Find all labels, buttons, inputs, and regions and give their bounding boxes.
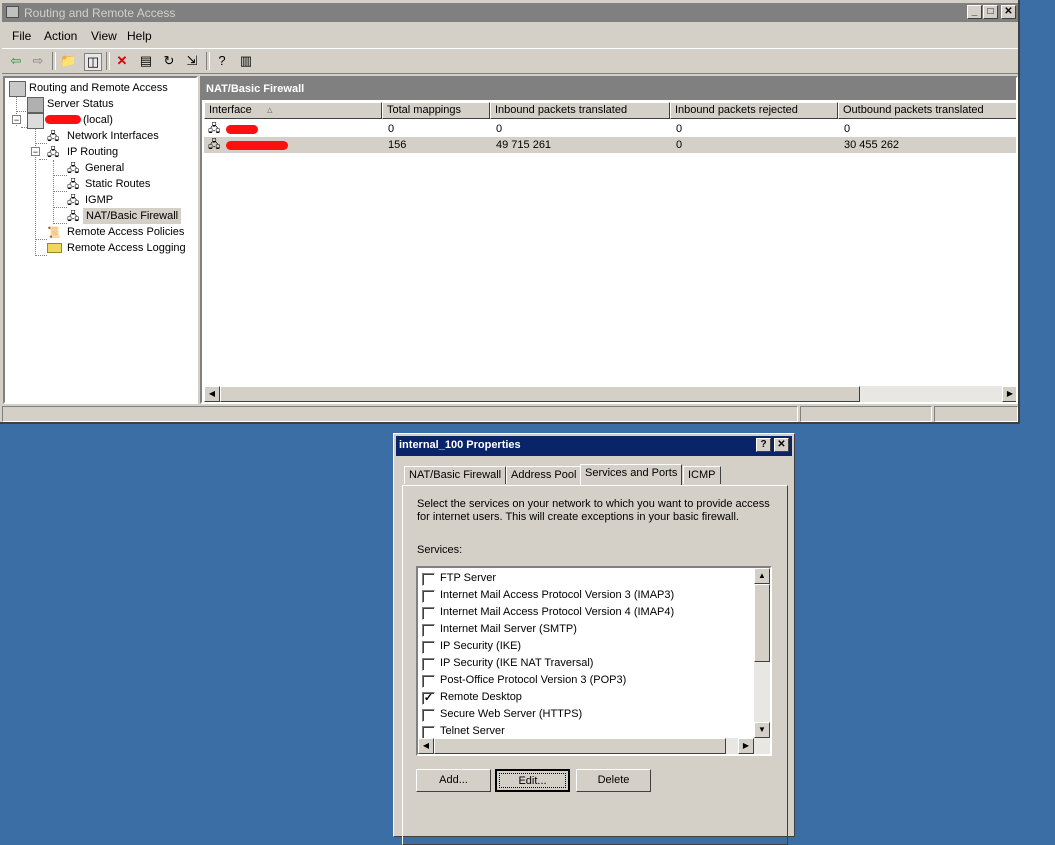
- list-hscroll-thumb[interactable]: [434, 738, 726, 754]
- tab-services-and-ports[interactable]: Services and Ports: [580, 464, 683, 485]
- service-label: IP Security (IKE NAT Traversal): [440, 657, 594, 669]
- help-icon[interactable]: ?: [214, 53, 230, 69]
- service-checkbox[interactable]: [422, 641, 435, 654]
- add-button[interactable]: Add...: [416, 769, 491, 792]
- service-checkbox[interactable]: [422, 573, 435, 586]
- forward-icon[interactable]: ⇨: [30, 53, 46, 69]
- service-label: IP Security (IKE): [440, 640, 522, 652]
- menu-view[interactable]: View: [91, 29, 117, 43]
- scroll-right-icon[interactable]: ▶: [1002, 386, 1016, 402]
- description-line-1: Select the services on your network to w…: [417, 498, 770, 510]
- scroll-down-icon[interactable]: ▼: [754, 722, 770, 738]
- properties-icon[interactable]: ▤: [138, 53, 154, 69]
- policies-icon: 📜: [47, 227, 61, 239]
- table-row[interactable]: 🖧 0 0 0 0: [204, 121, 1016, 137]
- scroll-left-icon[interactable]: ◀: [204, 386, 220, 402]
- column-outbound-translated[interactable]: Outbound packets translated: [838, 102, 1016, 119]
- service-label: Remote Desktop: [440, 691, 522, 703]
- column-total-mappings[interactable]: Total mappings: [382, 102, 490, 119]
- service-label: Post-Office Protocol Version 3 (POP3): [440, 674, 627, 686]
- collapse-ip-routing-icon[interactable]: −: [31, 147, 40, 157]
- scroll-up-icon[interactable]: ▲: [754, 568, 770, 584]
- service-label: Internet Mail Server (SMTP): [440, 623, 577, 635]
- service-label: Secure Web Server (HTTPS): [440, 708, 583, 720]
- menu-action[interactable]: Action: [44, 29, 77, 43]
- scroll-thumb[interactable]: [220, 386, 860, 402]
- service-label: Internet Mail Access Protocol Version 4 …: [440, 606, 675, 618]
- service-checkbox[interactable]: [422, 590, 435, 603]
- list-scroll-thumb[interactable]: [754, 584, 770, 662]
- edit-button[interactable]: Edit...: [495, 769, 570, 792]
- show-tree-icon[interactable]: ◫: [84, 53, 102, 71]
- main-window: Routing and Remote Access _ □ ✕ File Act…: [0, 0, 1020, 424]
- status-bar: [2, 406, 1018, 422]
- service-checkbox[interactable]: [422, 607, 435, 620]
- menu-help[interactable]: Help: [127, 29, 152, 43]
- network-interfaces-icon: 🖧: [47, 131, 60, 143]
- export-list-icon[interactable]: ⇲: [184, 53, 200, 69]
- service-checkbox[interactable]: [422, 624, 435, 637]
- folder-icon: [47, 243, 62, 253]
- services-label: Services:: [417, 544, 463, 556]
- computer-icon: [9, 81, 26, 97]
- ip-routing-icon: 🖧: [47, 147, 60, 159]
- igmp-icon: 🖧: [67, 195, 80, 207]
- pane-heading: NAT/Basic Firewall: [202, 78, 1016, 100]
- up-folder-icon[interactable]: 📁: [60, 53, 76, 69]
- general-icon: 🖧: [67, 163, 80, 175]
- service-checkbox[interactable]: [422, 709, 435, 722]
- minimize-button[interactable]: _: [967, 5, 982, 19]
- server-icon: [27, 113, 44, 129]
- sort-ascending-icon: ▵: [267, 104, 273, 116]
- dialog-title-bar[interactable]: internal_100 Properties ? ✕: [396, 436, 792, 456]
- app-icon: [6, 6, 19, 18]
- description-line-2: for internet users. This will create exc…: [417, 511, 739, 523]
- tree-pane[interactable]: Routing and Remote Access Server Status …: [3, 76, 198, 404]
- horizontal-scrollbar[interactable]: ◀ ▶: [204, 386, 1016, 402]
- static-routes-icon: 🖧: [67, 179, 80, 191]
- show-action-pane-icon[interactable]: ▥: [238, 53, 254, 69]
- delete-icon[interactable]: ✕: [114, 53, 130, 69]
- list-scroll-right-icon[interactable]: ▶: [738, 738, 754, 754]
- menu-bar: File Action View Help: [2, 26, 1018, 46]
- close-button[interactable]: ✕: [1001, 5, 1016, 19]
- tab-nat-basic-firewall[interactable]: NAT/Basic Firewall: [404, 466, 507, 484]
- column-inbound-translated[interactable]: Inbound packets translated: [490, 102, 670, 119]
- service-label: FTP Server: [440, 572, 497, 584]
- properties-dialog: internal_100 Properties ? ✕ NAT/Basic Fi…: [393, 433, 795, 845]
- details-pane: NAT/Basic Firewall Interface ▵ Total mapp…: [200, 76, 1018, 404]
- table-row[interactable]: 🖧 156 49 715 261 0 30 455 262: [204, 137, 1016, 153]
- services-list[interactable]: FTP Server Internet Mail Access Protocol …: [416, 566, 772, 756]
- service-checkbox[interactable]: [422, 658, 435, 671]
- list-scroll-left-icon[interactable]: ◀: [418, 738, 434, 754]
- nat-icon: 🖧: [67, 211, 80, 223]
- dialog-help-button[interactable]: ?: [756, 438, 771, 452]
- tab-icmp[interactable]: ICMP: [683, 466, 721, 484]
- tab-address-pool[interactable]: Address Pool: [506, 466, 582, 484]
- delete-button[interactable]: Delete: [576, 769, 651, 792]
- back-icon[interactable]: ⇦: [8, 53, 24, 69]
- list-horizontal-scrollbar[interactable]: ◀ ▶: [418, 738, 770, 754]
- interface-icon: 🖧: [208, 139, 221, 151]
- vertical-scrollbar[interactable]: ▲ ▼: [754, 568, 770, 738]
- column-inbound-rejected[interactable]: Inbound packets rejected: [670, 102, 838, 119]
- column-interface[interactable]: Interface ▵: [204, 102, 382, 119]
- menu-file[interactable]: File: [12, 29, 31, 43]
- service-label: Internet Mail Access Protocol Version 3 …: [440, 589, 675, 601]
- service-checkbox[interactable]: ✓: [422, 692, 435, 705]
- dialog-title: internal_100 Properties: [399, 439, 521, 451]
- title-bar[interactable]: Routing and Remote Access _ □ ✕: [2, 3, 1018, 22]
- interface-icon: 🖧: [208, 123, 221, 135]
- window-title: Routing and Remote Access: [24, 6, 176, 20]
- server-status-icon: [27, 97, 44, 113]
- collapse-server-icon[interactable]: −: [12, 115, 21, 125]
- dialog-close-button[interactable]: ✕: [774, 438, 789, 452]
- refresh-icon[interactable]: ↻: [161, 53, 177, 69]
- service-checkbox[interactable]: [422, 675, 435, 688]
- toolbar: ⇦ ⇨ 📁 ◫ ✕ ▤ ↻ ⇲ ? ▥: [2, 48, 1018, 74]
- maximize-button[interactable]: □: [983, 5, 998, 19]
